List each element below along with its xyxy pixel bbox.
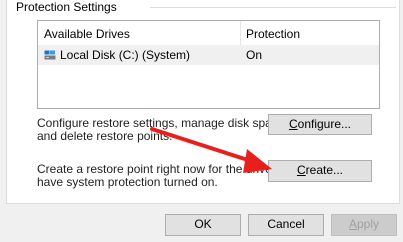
cancel-button[interactable]: Cancel (248, 214, 324, 236)
drive-row-local-disk-c[interactable]: Local Disk (C:) (System) On (38, 45, 379, 65)
drive-protection-status: On (246, 48, 263, 62)
red-arrow-annotation (150, 127, 272, 173)
configure-button[interactable]: Configure... (268, 114, 372, 135)
column-divider[interactable] (240, 21, 241, 45)
group-title: Protection Settings (14, 0, 120, 14)
apply-button-label: pply (357, 217, 380, 231)
available-drives-list[interactable]: Available Drives Protection Local Disk (… (37, 20, 380, 109)
configure-button-label: onfigure... (297, 117, 352, 131)
group-divider (150, 7, 396, 8)
drive-icon (44, 50, 56, 60)
column-header-protection[interactable]: Protection (246, 27, 300, 41)
create-button[interactable]: Create... (268, 160, 372, 182)
create-button-label: reate... (305, 163, 344, 177)
apply-button[interactable]: Apply (331, 214, 397, 236)
ok-button[interactable]: OK (165, 214, 241, 236)
create-description-line2: have system protection turned on. (37, 175, 218, 189)
list-header: Available Drives Protection (38, 21, 379, 46)
drive-name: Local Disk (C:) (System) (60, 48, 191, 62)
apply-button-mnemonic: A (348, 217, 357, 231)
create-button-mnemonic: C (296, 163, 306, 177)
configure-button-mnemonic: C (288, 117, 298, 131)
column-header-available-drives[interactable]: Available Drives (44, 27, 130, 41)
